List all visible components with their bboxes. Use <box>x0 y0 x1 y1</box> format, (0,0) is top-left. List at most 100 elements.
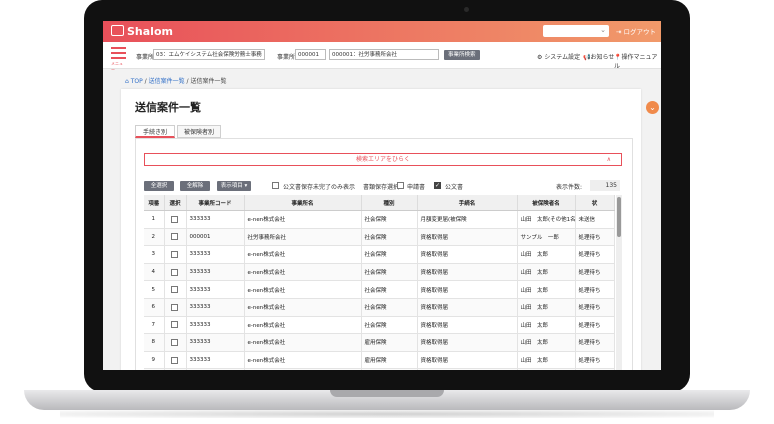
row-checkbox[interactable] <box>171 356 178 364</box>
row-checkbox[interactable] <box>171 215 178 223</box>
official-label: 公文書 <box>445 184 464 191</box>
table-row[interactable]: 4 333333 e-nen株式会社 社会保険 資格取得届 山田 太郎 処理待ち <box>144 263 615 282</box>
status: 処理待ち <box>575 333 615 352</box>
row-select[interactable] <box>164 351 187 370</box>
row-select[interactable] <box>164 280 187 299</box>
row-number: 4 <box>144 263 165 282</box>
laptop-shadow <box>60 410 714 418</box>
row-checkbox[interactable] <box>171 321 178 329</box>
table-scrollbar[interactable] <box>616 195 622 370</box>
row-number: 2 <box>144 228 165 247</box>
logo-icon <box>111 25 124 36</box>
procedure-name: 資格取得届 <box>417 280 518 299</box>
insured-name: 山田 太郎 <box>517 368 576 370</box>
table-row[interactable]: 1 333333 e-nen株式会社 社会保険 月額変更届(被保険 山田 太郎(その他1名… <box>144 210 615 229</box>
insurance-type: 雇用保険 <box>361 351 418 370</box>
chevron-down-icon: ⌄ <box>600 26 606 34</box>
row-checkbox[interactable] <box>171 303 178 311</box>
insured-name: 山田 太郎 <box>517 245 576 264</box>
row-select[interactable] <box>164 245 187 264</box>
tab-by-procedure[interactable]: 手続き別 <box>135 125 175 138</box>
col-header-select[interactable]: 選択 <box>164 195 187 211</box>
brand-logo[interactable]: Shalom <box>111 25 173 38</box>
public-only-label: 公文書保存未完了のみ表示 <box>283 184 356 191</box>
col-header-office-name[interactable]: 事業所名 <box>244 195 362 211</box>
col-header-status[interactable]: 状 <box>575 195 615 211</box>
row-select[interactable] <box>164 316 187 335</box>
company-code-field[interactable]: 000001 <box>295 49 326 60</box>
office-field[interactable]: 03：エムケイシステム社会保険労務士事務 <box>153 49 265 60</box>
office-name: e-nen株式会社 <box>244 351 362 370</box>
row-checkbox[interactable] <box>171 233 178 241</box>
row-select[interactable] <box>164 263 187 282</box>
status: 処理待ち <box>575 368 615 370</box>
insured-name: 山田 太郎 <box>517 263 576 282</box>
office-name: e-nen株式会社 <box>244 316 362 335</box>
row-checkbox[interactable] <box>171 268 178 276</box>
row-checkbox[interactable] <box>171 286 178 294</box>
table-header-row: 項番 選択 事業所コード 事業所名 種別 手続名 被保険者名 状 <box>144 195 615 211</box>
col-header-type[interactable]: 種別 <box>361 195 418 211</box>
side-toggle-button[interactable]: ⌄ <box>646 101 659 114</box>
menu-button[interactable]: メニュー <box>111 47 126 73</box>
insured-name: 山田 太郎 <box>517 316 576 335</box>
insurance-type: 社会保険 <box>361 280 418 299</box>
insured-name: 山田 太郎 <box>517 333 576 352</box>
insured-name: サンプル 一郎 <box>517 228 576 247</box>
manual-link[interactable]: 📍操作マニュアル <box>614 52 661 70</box>
results-table-container: 項番 選択 事業所コード 事業所名 種別 手続名 被保険者名 状 1 333333… <box>144 195 622 370</box>
office-name: e-nen株式会社 <box>244 333 362 352</box>
table-row[interactable]: 7 333333 e-nen株式会社 社会保険 資格取得届 山田 太郎 処理待ち <box>144 316 615 335</box>
row-number: 8 <box>144 333 165 352</box>
search-toggle-label: 検索エリアをひらく <box>355 156 410 163</box>
row-select[interactable] <box>164 298 187 317</box>
official-checkbox[interactable] <box>434 182 441 189</box>
tab-by-insured[interactable]: 被保険者別 <box>177 125 221 138</box>
company-search-button[interactable]: 事業所検索 <box>444 50 480 60</box>
table-row[interactable]: 8 333333 e-nen株式会社 雇用保険 資格取得届 山田 太郎 処理待ち <box>144 333 615 352</box>
table-row[interactable]: 3 333333 e-nen株式会社 社会保険 資格取得届 山田 太郎 処理待ち <box>144 245 615 264</box>
notice-label: お知らせ <box>590 54 615 61</box>
deselect-all-button[interactable]: 全解除 <box>180 181 210 191</box>
table-row[interactable]: 5 333333 e-nen株式会社 社会保険 資格取得届 山田 太郎 処理待ち <box>144 280 615 299</box>
office-code: 333333 <box>186 263 245 282</box>
select-all-button[interactable]: 全選択 <box>144 181 174 191</box>
table-row[interactable]: 9 333333 e-nen株式会社 雇用保険 資格取得届 山田 太郎 処理待ち <box>144 351 615 370</box>
procedure-name: 資格取得届 <box>417 316 518 335</box>
col-header-insured[interactable]: 被保険者名 <box>517 195 576 211</box>
notice-link[interactable]: 📢お知らせ <box>583 52 614 61</box>
logout-link[interactable]: ⇥ ログアウト <box>616 26 656 36</box>
row-checkbox[interactable] <box>171 250 178 258</box>
office-name: e-nen株式会社 <box>244 263 362 282</box>
system-settings-link[interactable]: ⚙ システム設定 <box>537 52 580 61</box>
public-only-checkbox[interactable] <box>272 182 279 189</box>
col-header-office-code[interactable]: 事業所コード <box>186 195 245 211</box>
count-field[interactable]: 135 <box>590 180 620 191</box>
application-checkbox[interactable] <box>397 182 404 189</box>
scrollbar-thumb[interactable] <box>617 197 621 237</box>
office-name: e-nen株式会社 <box>244 245 362 264</box>
office-code: 333333 <box>186 298 245 317</box>
header-select[interactable]: ⌄ <box>543 25 609 37</box>
col-header-number[interactable]: 項番 <box>144 195 165 211</box>
insurance-type: 社会保険 <box>361 298 418 317</box>
company-select[interactable]: 000001：社労事務所会社 <box>329 49 439 60</box>
row-select[interactable] <box>164 333 187 352</box>
table-row[interactable]: 2 000001 社労事務所会社 社会保険 資格取得届 サンプル 一郎 処理待ち <box>144 228 615 247</box>
procedure-name: 資格取得届 <box>417 298 518 317</box>
office-code: 333333 <box>186 280 245 299</box>
search-area-toggle[interactable]: 検索エリアをひらく ∧ <box>144 153 622 166</box>
col-header-procedure[interactable]: 手続名 <box>417 195 518 211</box>
table-row[interactable]: 6 333333 e-nen株式会社 社会保険 資格取得届 山田 太郎 処理待ち <box>144 298 615 317</box>
row-select[interactable] <box>164 210 187 229</box>
row-number: 9 <box>144 351 165 370</box>
row-checkbox[interactable] <box>171 338 178 346</box>
breadcrumb-item[interactable]: 送信案件一覧 <box>149 78 185 85</box>
table-row[interactable]: 10 333333e-nen株式会社雇用保険資格取得届山田 太郎処理待ち <box>144 368 615 370</box>
insured-name: 山田 太郎 <box>517 351 576 370</box>
row-select[interactable] <box>164 228 187 247</box>
display-items-button[interactable]: 表示項目 ▾ <box>217 181 251 191</box>
app-screen: Shalom ⌄ ⇥ ログアウト メニュー 事業所 03：エムケイシステム社会保… <box>103 21 661 370</box>
breadcrumb-home[interactable]: TOP <box>131 78 143 85</box>
row-select[interactable] <box>164 368 187 370</box>
